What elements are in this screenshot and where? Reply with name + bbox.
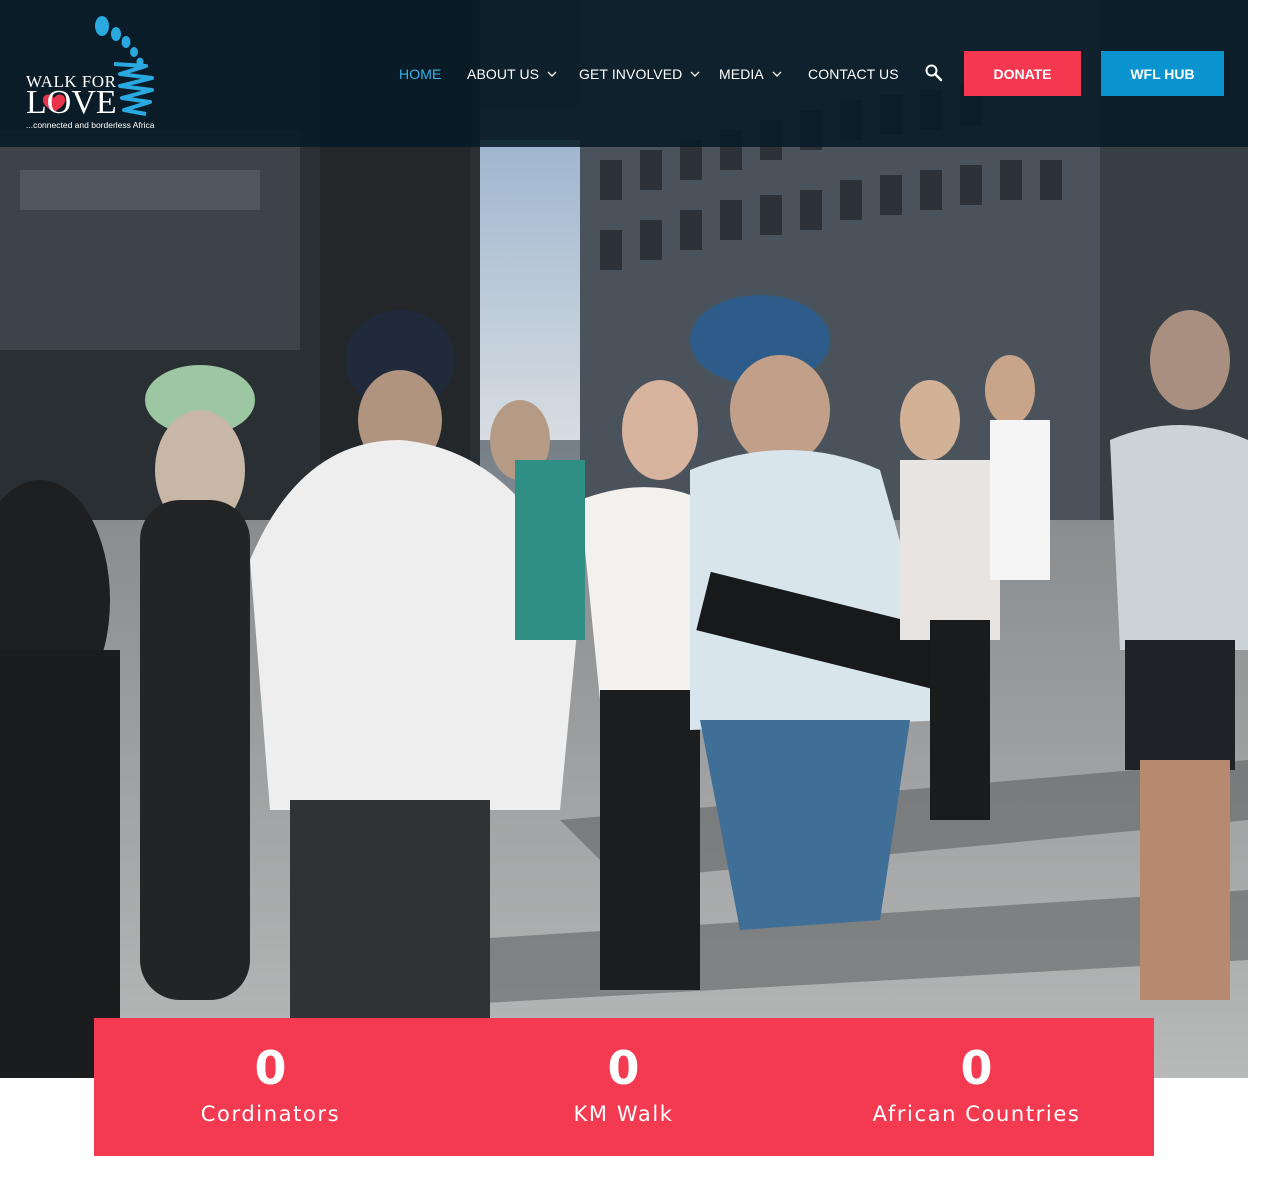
page-scrollbar[interactable]: [1248, 0, 1280, 1078]
nav-item-contact-us[interactable]: CONTACT US: [808, 62, 899, 86]
logo-tagline: ...connected and borderless Africa: [26, 120, 155, 130]
stats-counter-bar: 0 Cordinators 0 KM Walk 0 African Countr…: [94, 1018, 1154, 1156]
stat-label: KM Walk: [573, 1102, 674, 1126]
stat-value: 0: [960, 1041, 993, 1095]
stat-coordinators: 0 Cordinators: [94, 1018, 447, 1156]
nav-item-label: CONTACT US: [808, 66, 899, 82]
stat-african-countries: 0 African Countries: [800, 1018, 1153, 1156]
chevron-down-icon: [772, 71, 782, 77]
hero-section: [0, 0, 1248, 1078]
chevron-down-icon: [547, 71, 557, 77]
nav-item-about-us[interactable]: ABOUT US: [467, 62, 557, 86]
page: WALK FOR LOVE ...connected and borderles…: [0, 0, 1280, 1200]
nav-item-label: MEDIA: [719, 66, 764, 82]
hero-photo: [0, 0, 1248, 1078]
nav-item-label: GET INVOLVED: [579, 66, 683, 82]
stat-label: Cordinators: [200, 1102, 341, 1126]
chevron-down-icon: [690, 71, 700, 77]
nav-item-get-involved[interactable]: GET INVOLVED: [579, 62, 700, 86]
wfl-hub-button[interactable]: WFL HUB: [1101, 51, 1224, 96]
nav-item-media[interactable]: MEDIA: [719, 62, 782, 86]
logo-text-line2: LOVE: [26, 84, 117, 121]
stat-value: 0: [607, 1041, 640, 1095]
stat-label: African Countries: [872, 1102, 1081, 1126]
nav-item-label: HOME: [399, 66, 442, 82]
nav-item-label: ABOUT US: [467, 66, 540, 82]
nav-item-home[interactable]: HOME: [399, 62, 441, 86]
site-logo[interactable]: WALK FOR LOVE ...connected and borderles…: [24, 14, 158, 134]
stat-km-walk: 0 KM Walk: [447, 1018, 800, 1156]
search-icon: [925, 64, 943, 82]
site-header: WALK FOR LOVE ...connected and borderles…: [0, 0, 1248, 147]
stat-value: 0: [254, 1041, 287, 1095]
search-button[interactable]: [924, 63, 944, 83]
donate-button[interactable]: DONATE: [964, 51, 1081, 96]
